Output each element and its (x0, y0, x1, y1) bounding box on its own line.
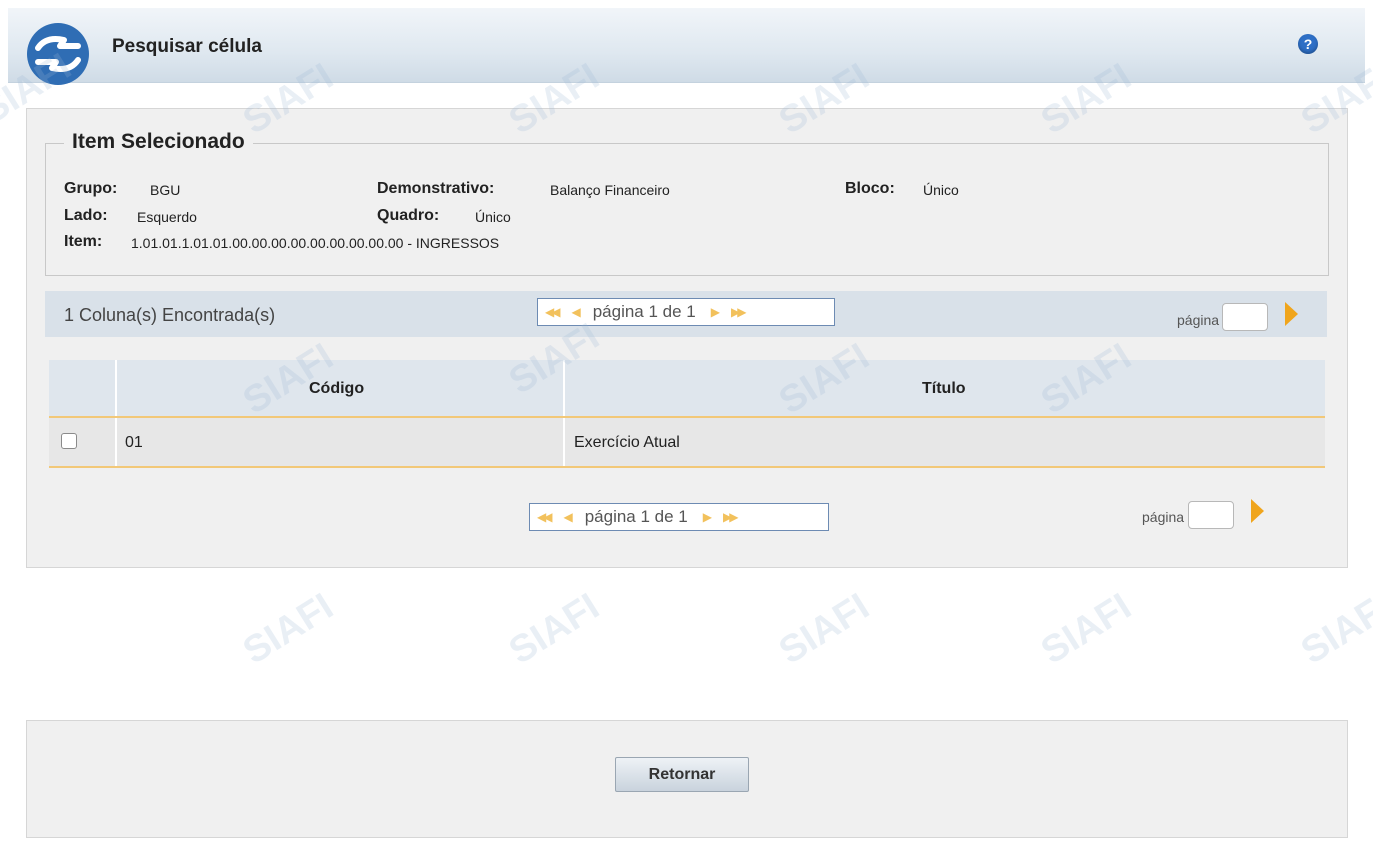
page-number-input[interactable] (1222, 303, 1268, 331)
column-divider (115, 418, 117, 466)
item-label: Item: (64, 233, 103, 250)
results-pager-bar: 1 Coluna(s) Encontrada(s) ◀◀ ◀ página 1 … (45, 291, 1327, 337)
go-page-arrow-icon[interactable] (1285, 302, 1298, 326)
column-divider (115, 360, 117, 416)
page-header: Pesquisar célula ? (8, 8, 1365, 85)
prev-page-icon[interactable]: ◀ (571, 305, 580, 319)
next-page-icon[interactable]: ▶ (703, 510, 712, 524)
watermark: SIAFI (771, 585, 877, 673)
item-value: 1.01.01.1.01.01.00.00.00.00.00.00.00.00.… (131, 235, 500, 251)
page-indicator: página 1 de 1 (592, 302, 696, 321)
bloco-label: Bloco: (845, 180, 895, 197)
first-page-icon[interactable]: ◀◀ (545, 305, 561, 319)
page-label: página (1177, 312, 1220, 328)
column-divider (563, 418, 565, 466)
watermark: SIAFI (1033, 585, 1139, 673)
grupo-value: BGU (150, 182, 181, 198)
column-header-titulo[interactable]: Título (922, 380, 966, 398)
last-page-icon[interactable]: ▶▶ (731, 305, 747, 319)
first-page-icon[interactable]: ◀◀ (537, 510, 553, 524)
go-page-arrow-icon[interactable] (1251, 499, 1264, 523)
pagination: ◀◀ ◀ página 1 de 1 ▶ ▶▶ (537, 298, 835, 326)
siafi-logo-icon (27, 23, 89, 85)
watermark: SIAFI (501, 585, 607, 673)
bloco-value: Único (923, 182, 959, 198)
demonstrativo-value: Balanço Financeiro (550, 182, 670, 198)
demonstrativo-label: Demonstrativo: (377, 180, 495, 197)
prev-page-icon[interactable]: ◀ (563, 510, 572, 524)
results-count: 1 Coluna(s) Encontrada(s) (64, 305, 276, 325)
last-page-icon[interactable]: ▶▶ (723, 510, 739, 524)
selected-item-fieldset: Item Selecionado Grupo: BGU Demonstrativ… (45, 130, 1329, 276)
footer-panel: Retornar (26, 720, 1348, 838)
column-divider (563, 360, 565, 416)
return-button[interactable]: Retornar (615, 757, 749, 792)
column-header-codigo[interactable]: Código (309, 380, 364, 398)
watermark: SIAFI (1293, 585, 1373, 673)
table-header: Código Título (49, 360, 1325, 418)
page-number-input[interactable] (1188, 501, 1234, 529)
help-icon[interactable]: ? (1298, 34, 1318, 54)
lado-value: Esquerdo (137, 209, 197, 225)
search-results-panel: Item Selecionado Grupo: BGU Demonstrativ… (26, 108, 1348, 568)
pagination-bottom: ◀◀ ◀ página 1 de 1 ▶ ▶▶ (529, 503, 829, 531)
quadro-label: Quadro: (377, 207, 440, 224)
cell-codigo: 01 (125, 434, 143, 451)
selected-item-legend: Item Selecionado (64, 130, 253, 154)
row-checkbox[interactable] (61, 433, 77, 449)
quadro-value: Único (475, 209, 511, 225)
table-row: 01 Exercício Atual (49, 418, 1325, 468)
page-label: página (1142, 509, 1185, 525)
page-indicator: página 1 de 1 (584, 507, 688, 526)
next-page-icon[interactable]: ▶ (711, 305, 720, 319)
cell-titulo: Exercício Atual (574, 434, 680, 451)
grupo-label: Grupo: (64, 180, 118, 197)
watermark: SIAFI (235, 585, 341, 673)
page-title: Pesquisar célula (112, 36, 262, 57)
page-frame: Pesquisar célula ? Item Selecionado Grup… (0, 8, 1373, 857)
lado-label: Lado: (64, 207, 108, 224)
